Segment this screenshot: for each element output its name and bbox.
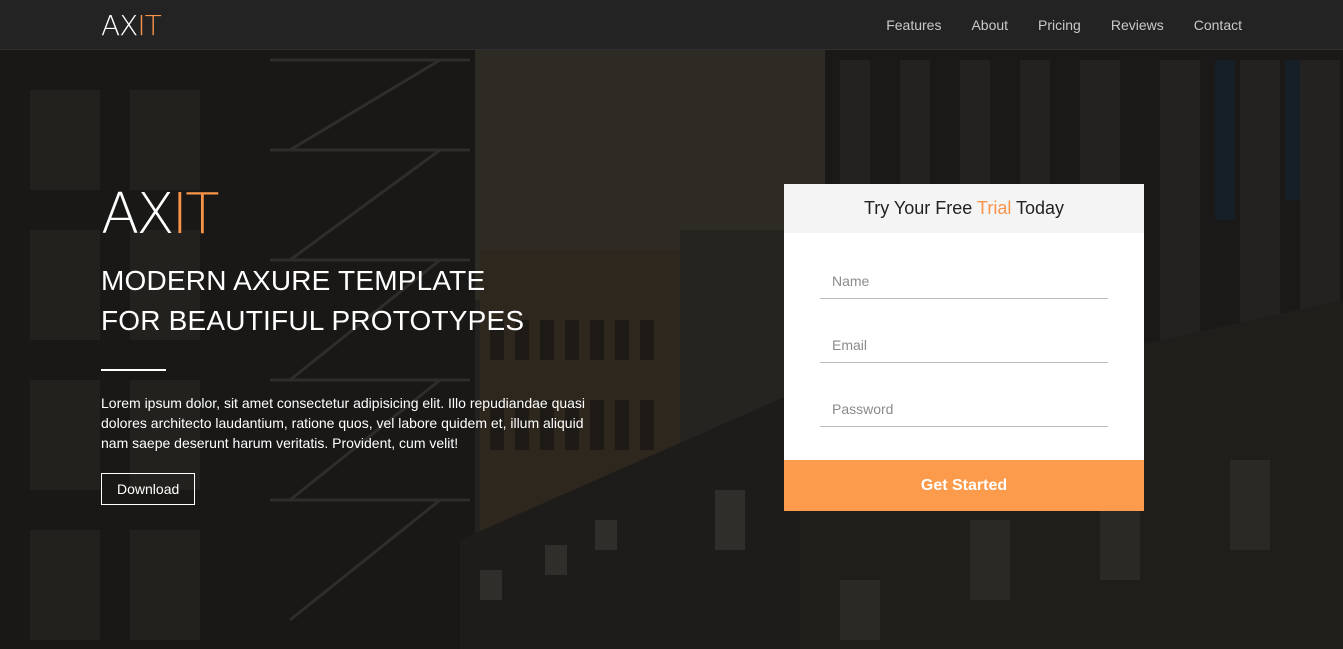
form-header: Try Your Free Trial Today [784,184,1144,233]
nav-link-about[interactable]: About [971,17,1008,33]
hero-logo-accent: IT [171,182,220,247]
form-header-pre: Try Your Free [863,198,977,218]
top-navbar: AXIT Features About Pricing Reviews Cont… [0,0,1343,50]
hero-title-line2: FOR BEAUTIFUL PROTOTYPES [101,305,525,336]
hero-title: MODERN AXURE TEMPLATE FOR BEAUTIFUL PROT… [101,261,621,341]
hero-description: Lorem ipsum dolor, sit amet consectetur … [101,395,586,451]
form-body [784,233,1144,460]
trial-signup-form: Try Your Free Trial Today Get Started [784,184,1144,511]
hero-title-line1: MODERN AXURE TEMPLATE [101,265,486,296]
password-field[interactable] [820,391,1108,427]
hero-content: AXIT MODERN AXURE TEMPLATE FOR BEAUTIFUL… [101,185,621,505]
hero-divider [101,369,166,371]
brand-logo[interactable]: AXIT [101,9,162,42]
email-field[interactable] [820,327,1108,363]
form-header-accent: Trial [977,198,1012,218]
nav-link-pricing[interactable]: Pricing [1038,17,1081,33]
brand-accent: IT [137,9,161,42]
nav-link-features[interactable]: Features [886,17,941,33]
get-started-button[interactable]: Get Started [784,460,1144,511]
hero-logo: AXIT [101,185,621,245]
nav-link-reviews[interactable]: Reviews [1111,17,1164,33]
download-button[interactable]: Download [101,473,196,505]
nav-link-contact[interactable]: Contact [1194,17,1242,33]
brand-prefix: AX [101,9,138,42]
hero-logo-prefix: AX [101,182,175,247]
nav-links: Features About Pricing Reviews Contact [856,0,1242,50]
name-field[interactable] [820,263,1108,299]
form-header-post: Today [1011,198,1065,218]
